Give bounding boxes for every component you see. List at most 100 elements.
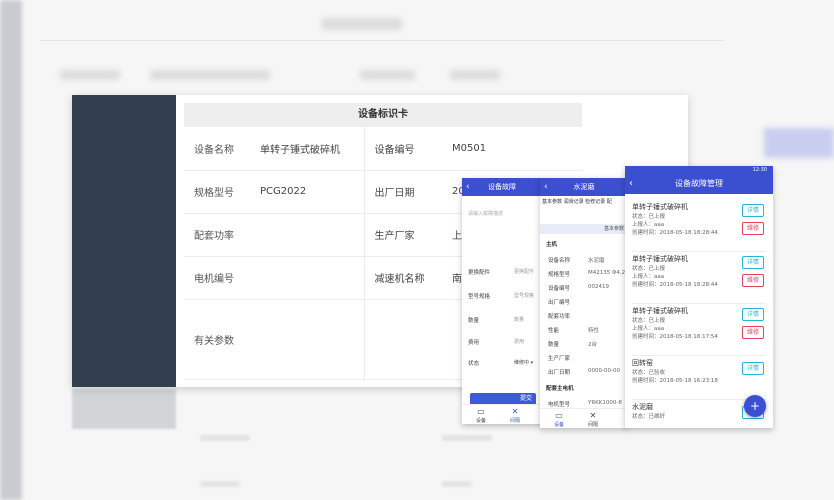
form-input[interactable]: 更换配件 [514,268,534,275]
tab-label: 间隔 [509,418,520,424]
list-item[interactable]: 单转子锤式破碎机 状态：已上报 上报人：aaa 创建时间：2018-05-18 … [632,202,766,252]
phone-title: 水泥磨 [573,183,595,191]
repair-button[interactable]: 维修 [742,222,764,235]
form-input[interactable]: 费用 [514,338,524,345]
tab-bar: ▭ 设备 ✕ 间隔 [540,408,628,428]
sidebar [72,95,176,387]
tab-label: 设备 [475,418,486,424]
card-title: 设备标识卡 [184,103,582,127]
field-value: YRKK1000-8 [588,400,622,406]
background-divider [40,40,724,41]
field-label: 出厂编号 [548,300,571,306]
field-value: 水泥磨 [588,258,605,264]
background-text [60,70,120,80]
background-text [360,70,415,80]
reflection-text [200,435,250,441]
fault-created-time: 创建时间：2018-05-18 16:23:18 [632,378,718,384]
field-label: 性能 [548,328,560,334]
phone-header: ‹ 设备故障管理 [625,174,773,194]
field-label: 生产厂家 [363,213,442,257]
field-label: 设备名称 [548,258,571,264]
back-arrow-icon[interactable]: ‹ [466,178,470,196]
phone-header: ‹ 设备故障 [462,178,542,196]
form-label: 费用 [468,340,480,346]
field-label: 出厂日期 [548,370,571,376]
detail-button[interactable]: 详情 [742,204,764,217]
list-item[interactable]: 单转子锤式破碎机 状态：已上报 上报人：aaa 创建时间：2018-05-18 … [632,254,766,304]
tools-icon: ✕ [511,407,519,416]
reflection-sidebar [72,389,176,429]
back-arrow-icon[interactable]: ‹ [629,174,633,194]
reflection-text [442,435,492,441]
detail-button[interactable]: 详情 [742,308,764,321]
repair-button[interactable]: 维修 [742,326,764,339]
fault-report-phone: ‹ 设备故障 请输入故障描述 更换配件 更换配件 型号规格 型号规格 数量 数量… [462,178,542,424]
field-value [250,256,364,300]
form-label: 更换配件 [468,270,491,276]
background-sidebar [0,0,22,500]
reflection-text [442,481,472,487]
detail-button[interactable]: 详情 [742,256,764,269]
form-label: 状态 [468,361,480,367]
list-item[interactable]: 单转子锤式破碎机 状态：已上报 上报人：aaa 创建时间：2018-05-18 … [632,306,766,356]
reflection-text [200,481,240,487]
field-label: 配套功率 [548,314,571,320]
fault-management-phone: 12:30 ‹ 设备故障管理 单转子锤式破碎机 状态：已上报 上报人：aaa 创… [625,166,773,428]
table-row: 设备名称 单转子锤式破碎机 设备编号 M0501 [184,127,582,171]
phone-header: ‹ 水泥磨 [540,178,628,196]
monitor-icon: ▭ [477,407,485,416]
fault-description-input[interactable]: 请输入故障描述 [468,210,503,217]
field-value: 2台 [588,342,597,348]
field-label: 出厂日期 [363,170,442,214]
monitor-icon: ▭ [555,411,563,420]
field-label: 电机型号 [548,402,571,408]
tab-device[interactable]: ▭ 设备 [544,411,574,428]
field-label: 生产厂家 [548,356,571,362]
field-label: 规格型号 [184,170,250,214]
tools-icon: ✕ [589,411,597,420]
field-label: 设备编号 [363,127,442,171]
tab-interval[interactable]: ✕ 间隔 [500,407,530,424]
field-label: 减速机名称 [363,256,442,300]
form-input[interactable]: 型号规格 [514,292,534,299]
background-text [450,70,500,80]
tab-bar: ▭ 设备 ✕ 间隔 [462,404,542,424]
status-bar: 12:30 [625,166,773,174]
tab-label: 间隔 [587,422,598,428]
background-text [150,70,270,80]
field-label: 设备名称 [184,127,250,171]
field-label: 规格型号 [548,272,571,278]
phone-title: 设备故障管理 [675,179,723,188]
field-value: 单转子锤式破碎机 [250,127,364,171]
background-title [322,18,402,30]
field-label: 配套功率 [184,213,250,257]
form-label: 数量 [468,318,480,324]
list-item[interactable]: 回转窑 状态：已验收 创建时间：2018-05-18 16:23:18 详情 [632,358,766,400]
field-label: 有关参数 [184,299,250,380]
field-value: 特性 [588,328,600,334]
detail-tabs[interactable]: 基本参数 润滑记录 检修记录 配 [542,198,612,205]
field-value: 002419 [588,284,609,290]
field-label: 数量 [548,342,560,348]
tab-label: 设备 [553,422,564,428]
back-arrow-icon[interactable]: ‹ [544,178,548,196]
field-value: 0000-00-00 [588,368,620,374]
phone-title: 设备故障 [488,183,516,191]
tab-interval[interactable]: ✕ 间隔 [578,411,608,428]
tab-device[interactable]: ▭ 设备 [466,407,496,424]
field-value: M0501 [442,127,582,171]
field-label: 设备编号 [548,286,571,292]
detail-button[interactable]: 详情 [742,362,764,375]
section-header: 基本参数 [540,224,628,234]
repair-button[interactable]: 维修 [742,274,764,287]
group-title: 主机 [546,242,558,248]
field-label: 电机编号 [184,256,250,300]
field-value: M42135 Φ4.2 [588,270,626,276]
field-value [250,299,364,380]
status-select[interactable]: 维修中 ▾ [514,359,533,366]
field-value [250,213,364,257]
add-fault-button[interactable]: + [744,395,766,417]
field-label [363,299,442,380]
form-input[interactable]: 数量 [514,316,524,323]
equipment-detail-phone: ‹ 水泥磨 基本参数 润滑记录 检修记录 配 基本参数 主机 设备名称 水泥磨 … [540,178,628,428]
